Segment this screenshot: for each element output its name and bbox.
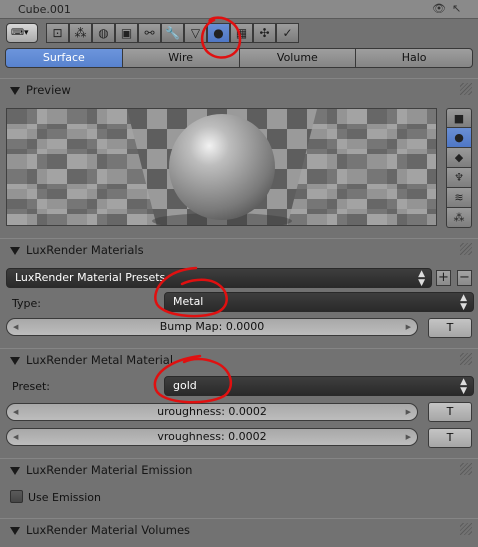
decrement-arrow-icon[interactable]: ◀ [13, 404, 18, 420]
object-name: Cube.001 [18, 3, 71, 16]
increment-arrow-icon[interactable]: ▶ [406, 319, 411, 335]
updown-arrows-icon: ▲ ▼ [418, 269, 425, 288]
drag-grip-icon[interactable] [460, 463, 472, 475]
collapse-triangle-icon [10, 86, 20, 95]
preview-panel-header[interactable]: Preview [0, 78, 478, 100]
physics-icon[interactable]: ✓ [276, 23, 299, 43]
world-icon[interactable]: ◍ [92, 23, 115, 43]
constraints-chain-icon[interactable]: ⚯ [138, 23, 161, 43]
properties-context-bar: ⌨▾ ⊡ ⁂ ◍ ▣ ⚯ 🔧 ▽ ● ▦ ✣ ✓ [0, 20, 478, 46]
object-cube-icon[interactable]: ▣ [115, 23, 138, 43]
outliner-strip: Cube.001 👁 ↖ [0, 0, 478, 19]
monkey-icon[interactable]: ♆ [446, 168, 472, 188]
editor-type-dropdown[interactable]: ⌨▾ [6, 23, 38, 43]
modifiers-wrench-icon[interactable]: 🔧 [161, 23, 184, 43]
remove-preset-button[interactable]: − [457, 270, 472, 286]
drag-grip-icon[interactable] [460, 523, 472, 535]
materials-panel-header[interactable]: LuxRender Materials [0, 238, 478, 260]
bump-map-slider[interactable]: ◀ Bump Map: 0.0000 ▶ [6, 318, 418, 336]
use-emission-checkbox[interactable] [10, 490, 23, 503]
sphere-array-icon[interactable]: ⁂ [446, 208, 472, 228]
vroughness-texture-button[interactable]: T [428, 428, 472, 448]
vroughness-slider[interactable]: ◀ vroughness: 0.0002 ▶ [6, 428, 418, 446]
render-layers-icon[interactable]: ⁂ [69, 23, 92, 43]
presets-label: LuxRender Material Presets [15, 271, 166, 284]
panel-title: LuxRender Material Emission [26, 463, 193, 477]
vroughness-value: vroughness: 0.0002 [157, 430, 267, 443]
decrement-arrow-icon[interactable]: ◀ [13, 319, 18, 335]
particles-icon[interactable]: ✣ [253, 23, 276, 43]
metal-preset-dropdown[interactable]: gold ▲ ▼ [164, 376, 474, 396]
hair-icon[interactable]: ≋ [446, 188, 472, 208]
preset-value: gold [173, 379, 197, 392]
tab-volume[interactable]: Volume [238, 48, 357, 68]
collapse-triangle-icon [10, 356, 20, 365]
uroughness-slider[interactable]: ◀ uroughness: 0.0002 ▶ [6, 403, 418, 421]
increment-arrow-icon[interactable]: ▶ [406, 404, 411, 420]
drag-grip-icon[interactable] [460, 353, 472, 365]
sphere-icon[interactable]: ● [446, 128, 472, 148]
collapse-triangle-icon [10, 526, 20, 535]
uroughness-texture-button[interactable]: T [428, 402, 472, 422]
updown-arrows-icon: ▲ ▼ [460, 293, 467, 312]
drag-grip-icon[interactable] [460, 243, 472, 255]
material-presets-dropdown[interactable]: LuxRender Material Presets ▲ ▼ [6, 268, 432, 288]
type-label: Type: [12, 297, 41, 310]
emission-panel-header[interactable]: LuxRender Material Emission [0, 458, 478, 480]
updown-arrows-icon: ▲ ▼ [460, 377, 467, 396]
tab-wire[interactable]: Wire [121, 48, 240, 68]
material-preview [6, 108, 437, 226]
collapse-triangle-icon [10, 246, 20, 255]
render-camera-icon[interactable]: ⊡ [46, 23, 69, 43]
panel-title: LuxRender Metal Material [26, 353, 174, 367]
panel-title: LuxRender Materials [26, 243, 144, 257]
cursor-icon[interactable]: ↖ [452, 2, 461, 15]
metal-panel-header[interactable]: LuxRender Metal Material [0, 348, 478, 370]
bump-map-texture-button[interactable]: T [428, 318, 472, 338]
collapse-triangle-icon [10, 466, 20, 475]
decrement-arrow-icon[interactable]: ◀ [13, 429, 18, 445]
type-value: Metal [173, 295, 204, 308]
volumes-panel-header[interactable]: LuxRender Material Volumes [0, 518, 478, 540]
flat-plane-icon[interactable]: ■ [446, 108, 472, 128]
panel-title: Preview [26, 83, 71, 97]
panel-title: LuxRender Material Volumes [26, 523, 191, 537]
preset-label: Preset: [12, 380, 51, 393]
use-emission-label: Use Emission [28, 491, 101, 504]
add-preset-button[interactable]: + [436, 270, 451, 286]
bump-map-value: Bump Map: 0.0000 [159, 320, 265, 333]
tab-halo[interactable]: Halo [355, 48, 473, 68]
drag-grip-icon[interactable] [460, 83, 472, 95]
preview-render [7, 109, 436, 225]
eye-icon[interactable]: 👁 [432, 2, 446, 15]
material-sphere-icon[interactable]: ● [207, 23, 230, 43]
texture-checker-icon[interactable]: ▦ [230, 23, 253, 43]
tab-surface[interactable]: Surface [5, 48, 123, 68]
cube-icon[interactable]: ◆ [446, 148, 472, 168]
increment-arrow-icon[interactable]: ▶ [406, 429, 411, 445]
preview-shape-selector: ■ ● ◆ ♆ ≋ ⁂ [446, 108, 472, 228]
data-vertices-icon[interactable]: ▽ [184, 23, 207, 43]
uroughness-value: uroughness: 0.0002 [157, 405, 267, 418]
material-type-dropdown[interactable]: Metal ▲ ▼ [164, 292, 474, 312]
material-type-tabs: Surface Wire Volume Halo [5, 48, 473, 68]
